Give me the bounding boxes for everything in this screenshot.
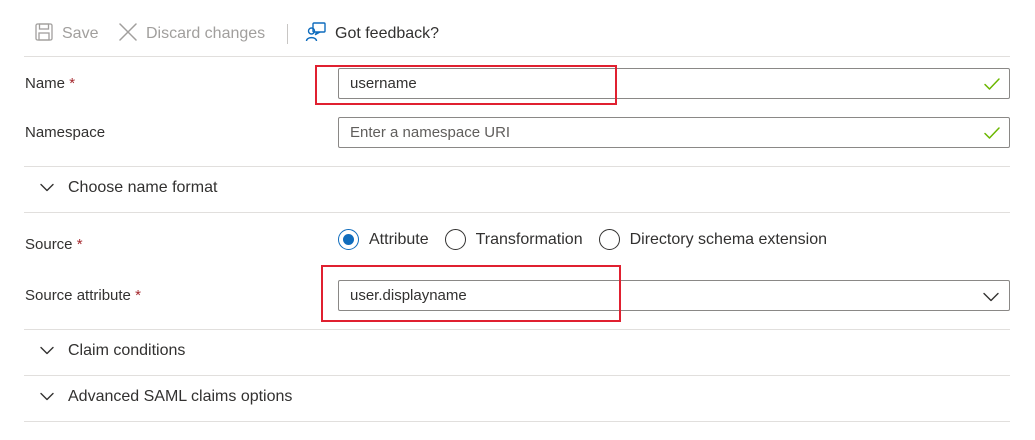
- claim-conditions-expander[interactable]: Claim conditions: [40, 342, 185, 360]
- radio-transformation-label: Transformation: [475, 230, 583, 248]
- feedback-icon: [305, 21, 327, 48]
- namespace-input[interactable]: [350, 124, 950, 141]
- required-mark: *: [135, 287, 141, 304]
- name-label-text: Name: [25, 75, 66, 92]
- advanced-saml-claims-options-label: Advanced SAML claims options: [68, 388, 293, 405]
- section-divider: [24, 375, 1010, 376]
- section-divider: [24, 329, 1010, 330]
- source-radio-group: Attribute Transformation Directory schem…: [338, 229, 827, 250]
- section-divider: [24, 421, 1010, 422]
- radio-circle[interactable]: [444, 229, 466, 250]
- chevron-down-icon: [40, 179, 54, 197]
- section-divider: [24, 166, 1010, 167]
- advanced-saml-claims-options-expander[interactable]: Advanced SAML claims options: [40, 388, 292, 406]
- radio-transformation[interactable]: Transformation: [444, 229, 583, 250]
- chevron-down-icon: [40, 342, 54, 360]
- source-attribute-label: Source attribute *: [25, 287, 141, 304]
- name-label: Name *: [25, 75, 75, 92]
- toolbar-bottom-divider: [24, 56, 1010, 57]
- save-button[interactable]: Save: [34, 20, 98, 48]
- radio-directory-schema-extension[interactable]: Directory schema extension: [598, 229, 828, 250]
- save-icon: [34, 22, 54, 47]
- radio-attribute-label: Attribute: [369, 230, 429, 248]
- highlight-box-source-attribute: [321, 265, 621, 322]
- checkmark-icon: [983, 124, 1001, 146]
- section-divider: [24, 212, 1010, 213]
- radio-circle[interactable]: [598, 229, 620, 250]
- command-bar: Save Discard changes Got feedback?: [0, 0, 1035, 58]
- namespace-label: Namespace: [25, 124, 106, 141]
- required-mark: *: [76, 236, 83, 253]
- source-label-text: Source: [25, 236, 73, 253]
- choose-name-format-expander[interactable]: Choose name format: [40, 179, 217, 197]
- namespace-field[interactable]: [338, 117, 1010, 148]
- discard-changes-button[interactable]: Discard changes: [118, 20, 265, 48]
- toolbar-divider: [287, 24, 288, 44]
- radio-circle-checked[interactable]: [338, 229, 359, 250]
- chevron-down-icon: [40, 388, 54, 406]
- radio-attribute[interactable]: Attribute: [338, 229, 429, 250]
- choose-name-format-label: Choose name format: [68, 179, 218, 196]
- highlight-box-name: [315, 65, 617, 105]
- discard-changes-label: Discard changes: [146, 25, 266, 42]
- checkmark-icon: [983, 75, 1001, 97]
- chevron-down-icon: [983, 289, 999, 306]
- source-attribute-label-text: Source attribute: [25, 287, 131, 304]
- claim-conditions-label: Claim conditions: [68, 342, 186, 359]
- feedback-button[interactable]: Got feedback?: [305, 20, 439, 48]
- save-label: Save: [62, 25, 99, 42]
- source-label: Source *: [25, 236, 83, 253]
- required-mark: *: [69, 75, 76, 92]
- close-icon: [118, 22, 138, 47]
- feedback-label: Got feedback?: [335, 25, 440, 42]
- radio-directory-schema-extension-label: Directory schema extension: [629, 230, 828, 248]
- radio-dot: [343, 234, 354, 245]
